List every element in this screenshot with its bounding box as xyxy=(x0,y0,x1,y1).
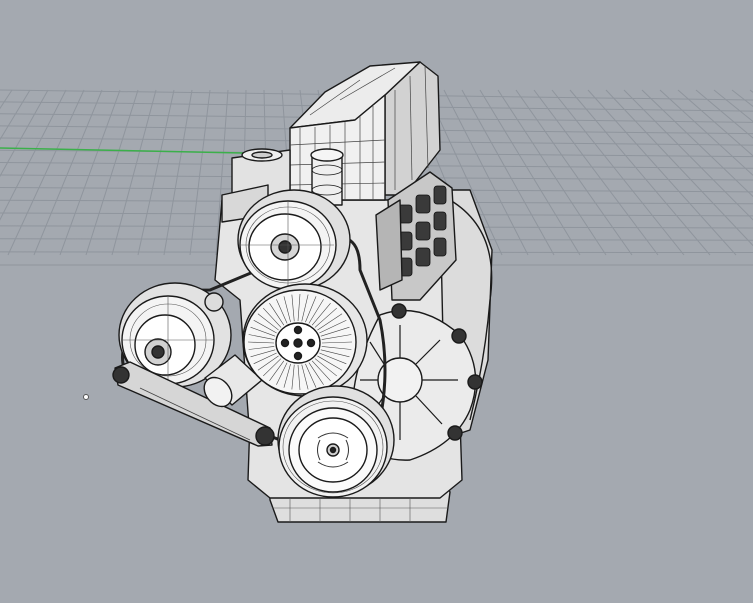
grid-column-line xyxy=(713,89,753,123)
point-marker-icon xyxy=(83,394,89,400)
grid-column-line xyxy=(551,89,685,256)
grid-column-line xyxy=(479,89,581,256)
fuel-rail xyxy=(375,199,403,291)
viewport-scene[interactable] xyxy=(0,0,753,603)
grid-column-line xyxy=(515,89,633,256)
alternator xyxy=(237,189,351,291)
grid-column-line xyxy=(641,89,753,198)
grid-column-line xyxy=(587,89,737,256)
grid-column-line xyxy=(189,89,211,256)
3d-viewport[interactable] xyxy=(0,0,753,603)
grid-column-line xyxy=(605,89,753,247)
grid-column-line xyxy=(0,89,31,141)
water-pump-pulley xyxy=(242,283,368,397)
engine-model[interactable] xyxy=(112,61,493,523)
